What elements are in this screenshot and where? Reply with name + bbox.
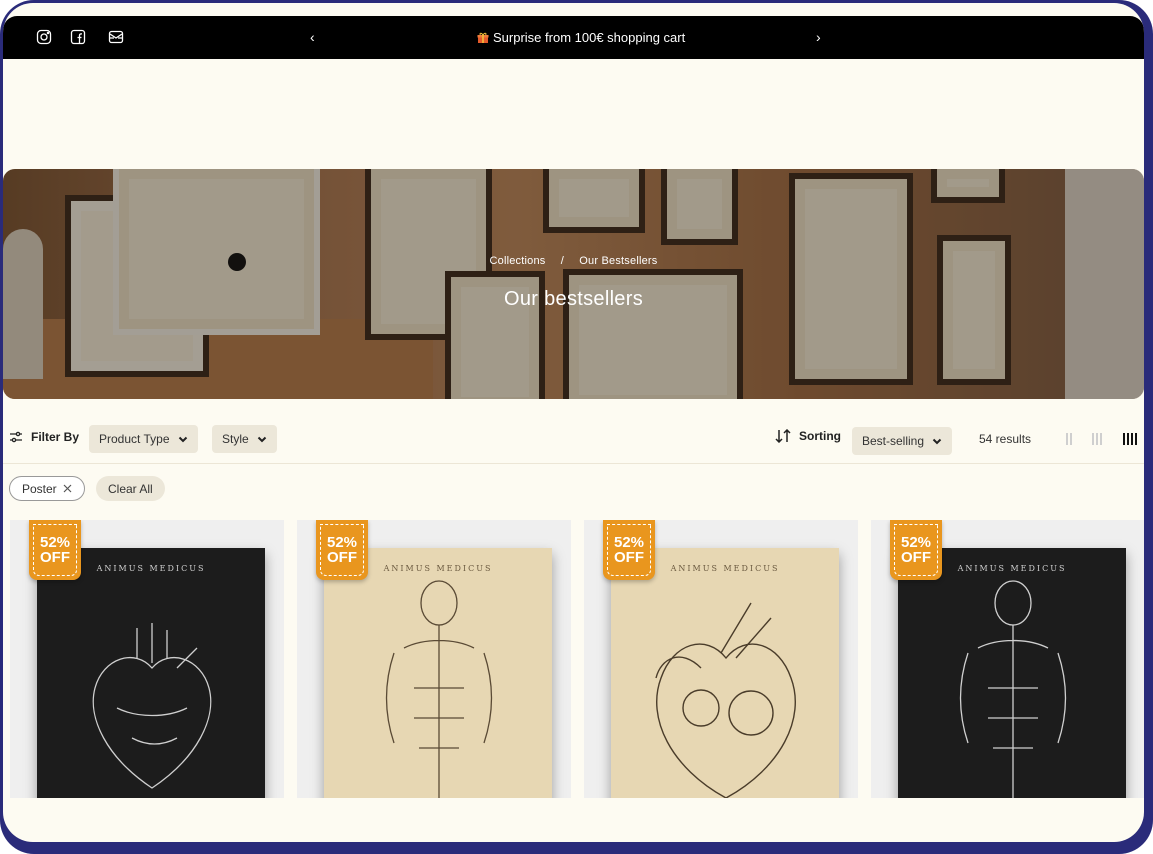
filter-style-dropdown[interactable]: Style (212, 425, 277, 453)
announcement-bar: ‹ Surprise from 100€ shopping cart › (3, 16, 1144, 59)
page-title: Our bestsellers (504, 288, 643, 310)
active-filter-label: Poster (22, 481, 57, 496)
sorting-label-group: Sorting (775, 429, 841, 443)
sort-arrows-icon (775, 429, 791, 443)
results-count: 54 results (979, 432, 1032, 446)
discount-percent: 52% (326, 534, 358, 551)
clear-all-button[interactable]: Clear All (96, 476, 165, 501)
announcement-message[interactable]: Surprise from 100€ shopping cart (477, 29, 685, 47)
discount-percent: 52% (900, 534, 932, 551)
discount-off: OFF (40, 549, 70, 566)
page: ‹ Surprise from 100€ shopping cart › Col… (3, 3, 1144, 842)
product-image[interactable]: ANIMUS MEDICUS (611, 548, 839, 798)
breadcrumb: Collections / Our Bestsellers (3, 255, 1144, 267)
device-frame: ‹ Surprise from 100€ shopping cart › Col… (0, 0, 1153, 854)
view-4-columns-icon[interactable] (1123, 433, 1137, 445)
gift-icon (477, 32, 489, 43)
collection-hero-banner: Collections / Our Bestsellers Our bestse… (3, 169, 1144, 399)
discount-off: OFF (327, 549, 357, 566)
product-image[interactable]: ANIMUS MEDICUS (37, 548, 265, 798)
discount-badge: 52% OFF (603, 520, 655, 580)
filter-sliders-icon (10, 431, 22, 443)
announcement-prev-button[interactable]: ‹ (310, 28, 315, 46)
discount-percent: 52% (613, 534, 645, 551)
chevron-down-icon (178, 436, 187, 443)
back-muscles-illustration (959, 580, 1067, 798)
breadcrumb-collections-link[interactable]: Collections (489, 255, 545, 267)
filter-product-type-dropdown[interactable]: Product Type (89, 425, 198, 453)
product-grid: ANIMUS MEDICUS 52% OFF ANIMUS MEDICUS 52%… (10, 520, 1144, 798)
discount-badge: 52% OFF (316, 520, 368, 580)
filter-product-type-label: Product Type (99, 432, 170, 446)
discount-badge: 52% OFF (29, 520, 81, 580)
mail-icon[interactable] (108, 29, 124, 45)
chevron-down-icon (257, 436, 266, 443)
product-card[interactable]: ANIMUS MEDICUS 52% OFF (871, 520, 1144, 798)
product-card[interactable]: ANIMUS MEDICUS 52% OFF (297, 520, 571, 798)
active-filter-chip[interactable]: Poster (9, 476, 85, 501)
filter-by-button[interactable]: Filter By (9, 430, 79, 444)
sorting-label: Sorting (799, 429, 841, 443)
discount-percent: 52% (39, 534, 71, 551)
filter-style-label: Style (222, 432, 249, 446)
product-image[interactable]: ANIMUS MEDICUS (898, 548, 1126, 798)
discount-off: OFF (901, 549, 931, 566)
view-2-columns-icon[interactable] (1066, 433, 1072, 445)
sort-select-value: Best-selling (862, 434, 925, 448)
back-muscles-illustration (385, 580, 493, 798)
breadcrumb-separator: / (560, 255, 565, 267)
product-image[interactable]: ANIMUS MEDICUS (324, 548, 552, 798)
toolbar-divider (3, 463, 1144, 464)
instagram-icon[interactable] (36, 29, 52, 45)
view-3-columns-icon[interactable] (1092, 433, 1102, 445)
close-icon[interactable] (63, 484, 72, 493)
product-card[interactable]: ANIMUS MEDICUS 52% OFF (584, 520, 858, 798)
filter-by-label: Filter By (31, 430, 80, 444)
collection-toolbar: Filter By Product Type Style Sorting Bes… (3, 419, 1144, 463)
breadcrumb-current: Our Bestsellers (579, 255, 658, 267)
sort-select[interactable]: Best-selling (852, 427, 953, 455)
hero-overlay (3, 169, 1144, 399)
facebook-icon[interactable] (70, 29, 86, 45)
heart-illustration (92, 623, 212, 789)
discount-off: OFF (614, 549, 644, 566)
heart-section-illustration (655, 602, 796, 798)
discount-badge: 52% OFF (890, 520, 942, 580)
product-card[interactable]: ANIMUS MEDICUS 52% OFF (10, 520, 284, 798)
announcement-next-button[interactable]: › (816, 28, 821, 46)
announcement-text: Surprise from 100€ shopping cart (493, 30, 686, 45)
chevron-down-icon (932, 438, 942, 445)
